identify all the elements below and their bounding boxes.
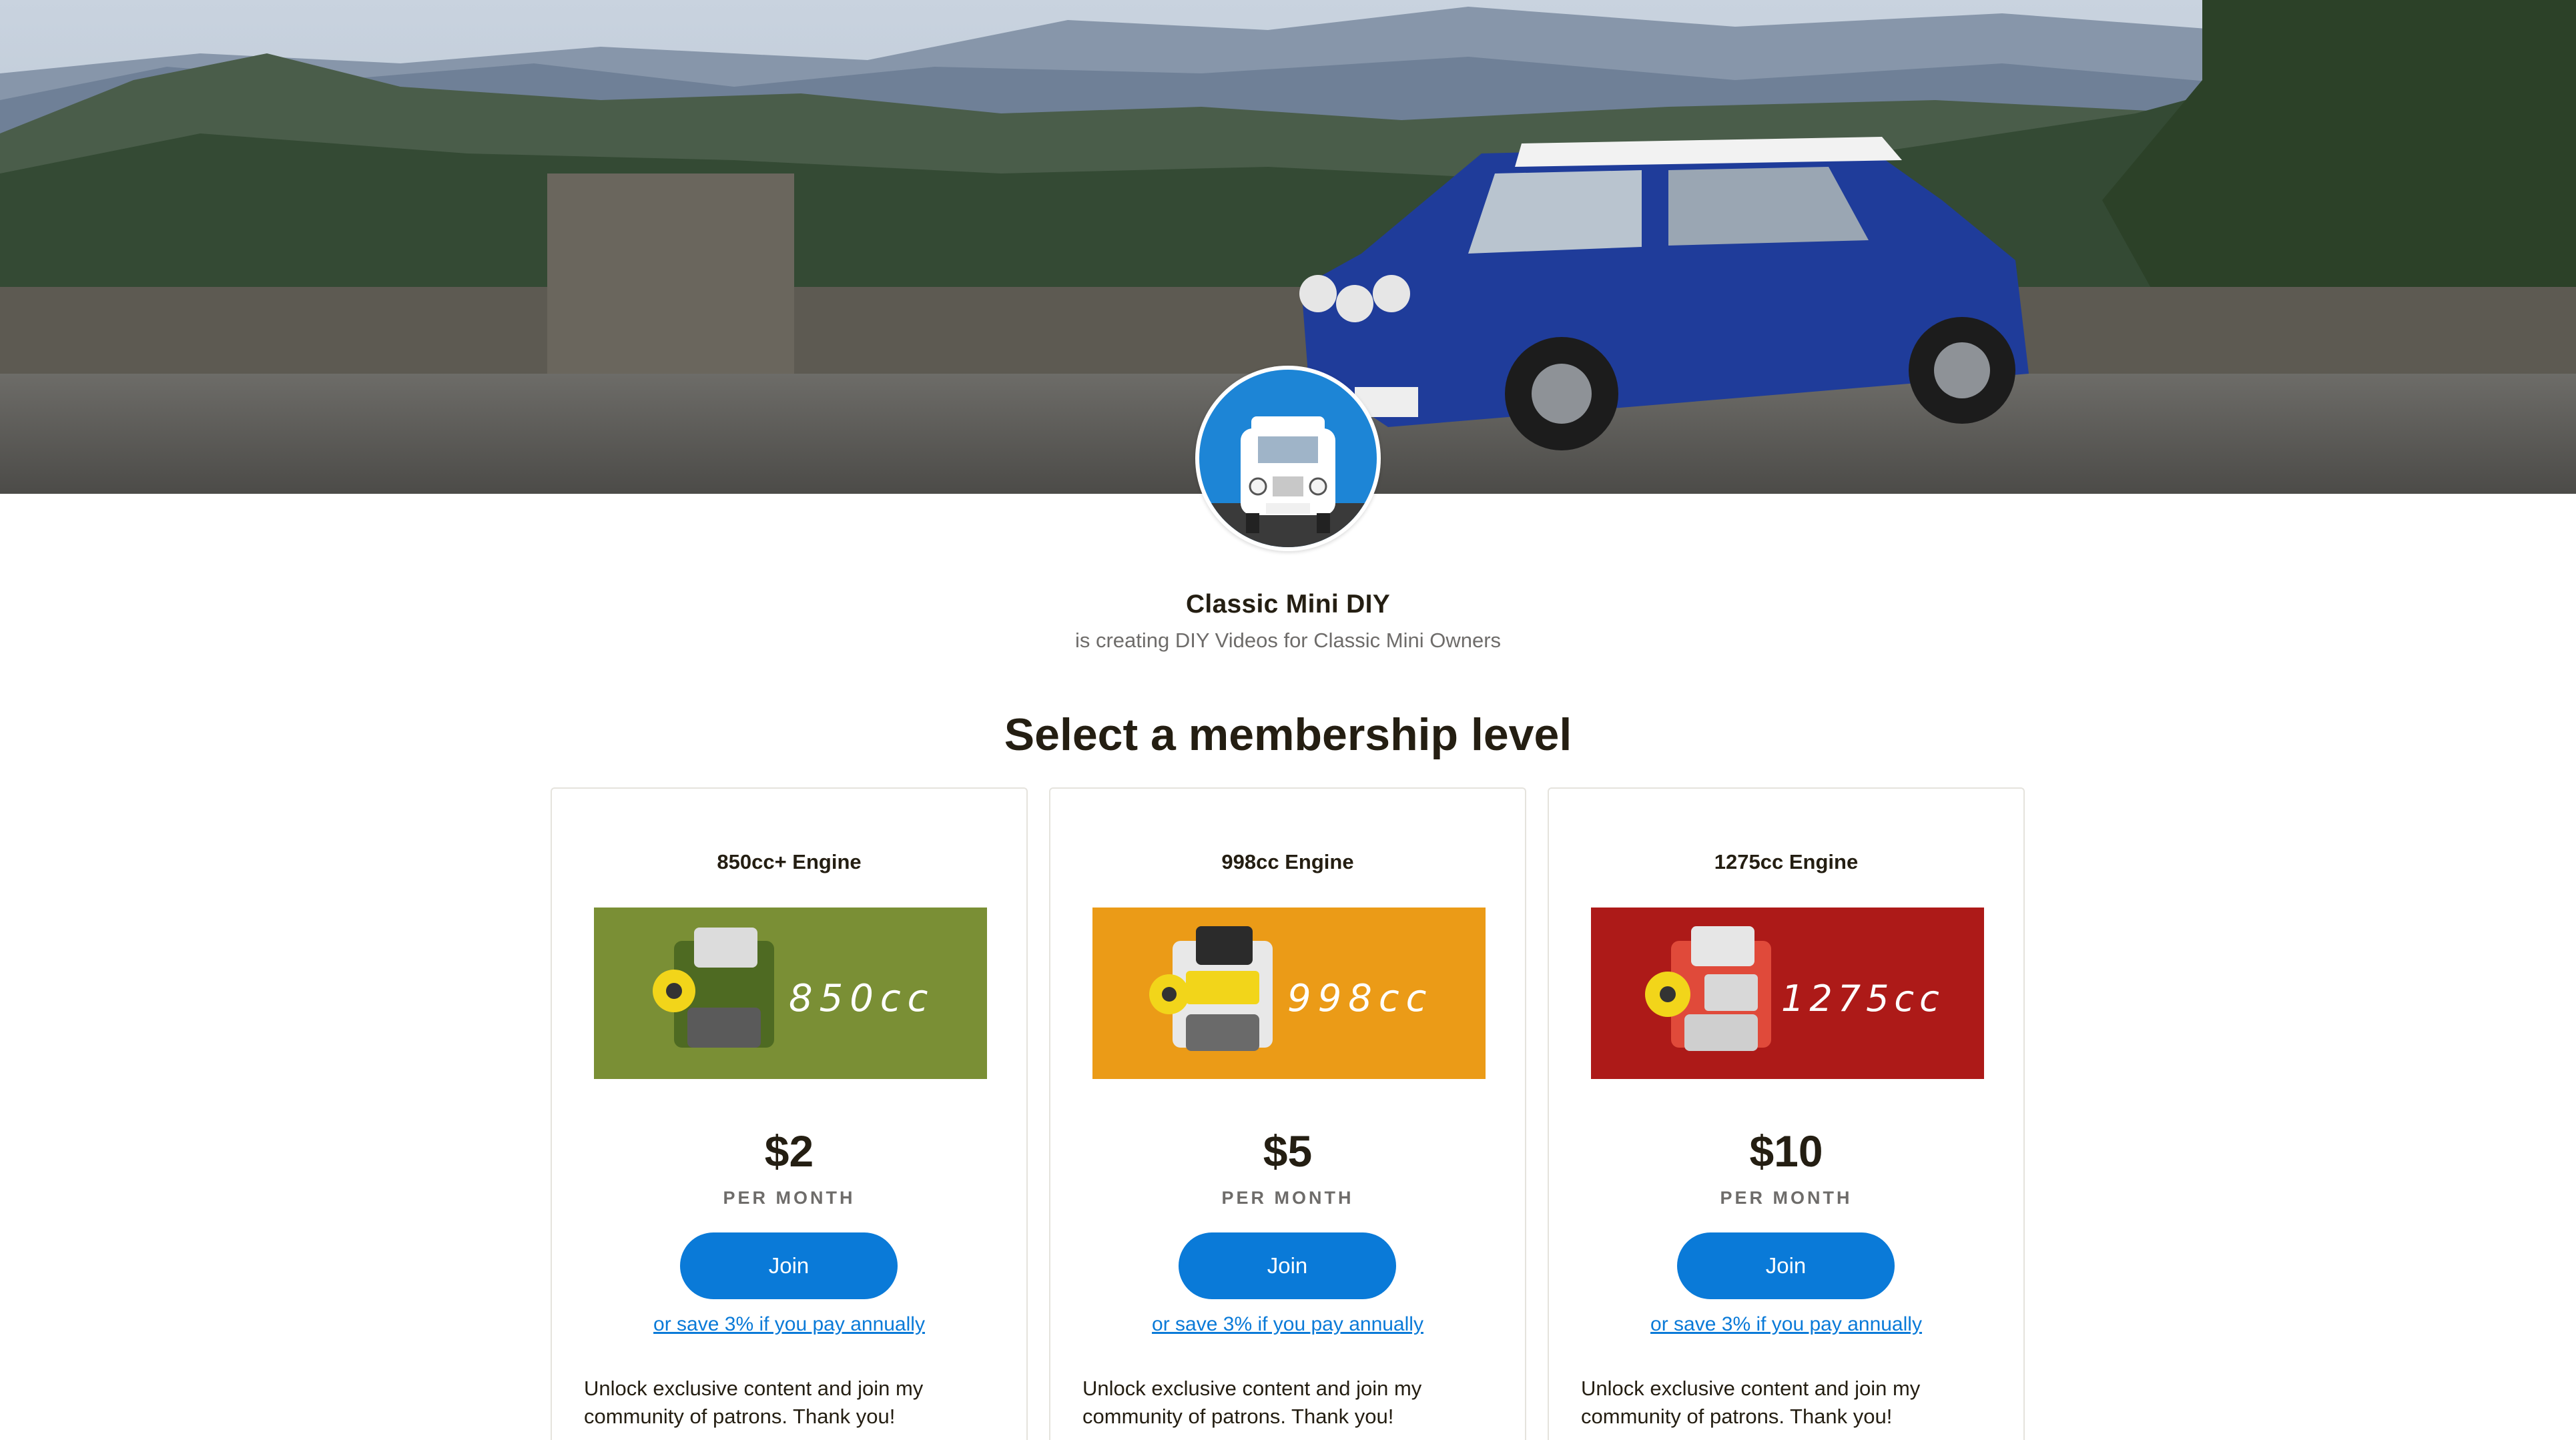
- tier-period: PER MONTH: [1720, 1188, 1853, 1208]
- membership-tiers: 850cc+ Engine 850cc $2 PER MONTH Join or…: [551, 787, 2025, 1440]
- tier-period: PER MONTH: [723, 1188, 856, 1208]
- tier-title: 1275cc Engine: [1714, 850, 1859, 873]
- annual-save-link[interactable]: or save 3% if you pay annually: [552, 1313, 1026, 1336]
- join-button-998cc[interactable]: Join: [1179, 1232, 1396, 1299]
- join-button-1275cc[interactable]: Join: [1677, 1232, 1895, 1299]
- tier-image-label: 998cc: [1287, 977, 1433, 1020]
- blue-mini-avatar-icon: [1199, 370, 1377, 547]
- page-title: Select a membership level: [1004, 709, 1572, 760]
- tier-image-1275cc: 1275cc: [1591, 908, 1984, 1079]
- engine-1275cc-image: 1275cc: [1591, 908, 1984, 1079]
- tier-card-998cc: 998cc Engine 998cc $5 PER MONTH Join or …: [1049, 787, 1526, 1440]
- tier-card-1275cc: 1275cc Engine 1275cc $10 PER MONTH Join …: [1548, 787, 2025, 1440]
- tier-period: PER MONTH: [1221, 1188, 1354, 1208]
- tier-price: $5: [1263, 1126, 1313, 1176]
- tier-image-850cc: 850cc: [594, 908, 987, 1079]
- creator-name: Classic Mini DIY: [1185, 590, 1391, 619]
- tier-title: 850cc+ Engine: [717, 850, 862, 873]
- tier-price: $10: [1749, 1126, 1823, 1176]
- join-button-850cc[interactable]: Join: [680, 1232, 898, 1299]
- creator-tagline: is creating DIY Videos for Classic Mini …: [1074, 629, 1502, 652]
- tier-description: Unlock exclusive content and join my com…: [1082, 1377, 1422, 1428]
- tier-price: $2: [764, 1126, 814, 1176]
- tier-image-label: 1275cc: [1781, 978, 1945, 1020]
- tier-description: Unlock exclusive content and join my com…: [1581, 1377, 1921, 1428]
- tier-description: Unlock exclusive content and join my com…: [584, 1377, 924, 1428]
- annual-save-link[interactable]: or save 3% if you pay annually: [1050, 1313, 1525, 1336]
- tier-image-998cc: 998cc: [1092, 908, 1486, 1079]
- tier-title: 998cc Engine: [1221, 850, 1354, 873]
- engine-850cc-image: 850cc: [594, 908, 987, 1079]
- tier-image-label: 850cc: [789, 977, 934, 1020]
- creator-avatar[interactable]: [1195, 366, 1381, 551]
- annual-save-link[interactable]: or save 3% if you pay annually: [1549, 1313, 2023, 1336]
- engine-998cc-image: 998cc: [1092, 908, 1486, 1079]
- tier-card-850cc: 850cc+ Engine 850cc $2 PER MONTH Join or…: [551, 787, 1028, 1440]
